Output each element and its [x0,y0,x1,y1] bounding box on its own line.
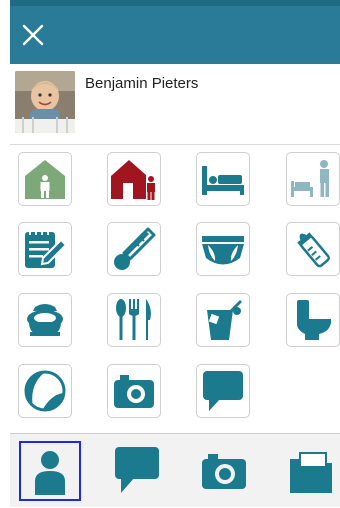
avatar [15,71,75,133]
bed-icon[interactable] [196,152,250,206]
baby-bottle-icon[interactable] [286,222,340,276]
ball-icon[interactable] [18,364,72,418]
activity-grid [10,145,340,433]
folder-icon [290,452,332,493]
thermometer-icon[interactable] [107,222,161,276]
tab-camera[interactable] [194,441,256,501]
profile-header: Benjamin Pieters [10,64,340,145]
diaper-icon[interactable] [196,222,250,276]
bedside-icon[interactable] [286,152,340,206]
potty-icon[interactable] [18,293,72,347]
parent-at-home-icon[interactable] [107,152,161,206]
toilet-icon[interactable] [286,293,340,347]
top-bar [10,0,340,64]
drink-icon[interactable] [196,293,250,347]
person-icon [35,451,65,495]
camera-icon [202,454,246,489]
cutlery-icon[interactable] [107,293,161,347]
diary-icon[interactable] [18,222,72,276]
message-icon[interactable] [196,364,250,418]
close-icon[interactable] [22,24,44,46]
chat-icon [115,447,159,493]
tab-folder[interactable] [280,441,340,501]
profile-name: Benjamin Pieters [85,75,199,92]
home-icon[interactable] [18,152,72,206]
tab-chat[interactable] [106,441,168,501]
tab-person[interactable] [19,441,81,501]
bottom-tab-bar [10,433,340,507]
camera-icon[interactable] [107,364,161,418]
